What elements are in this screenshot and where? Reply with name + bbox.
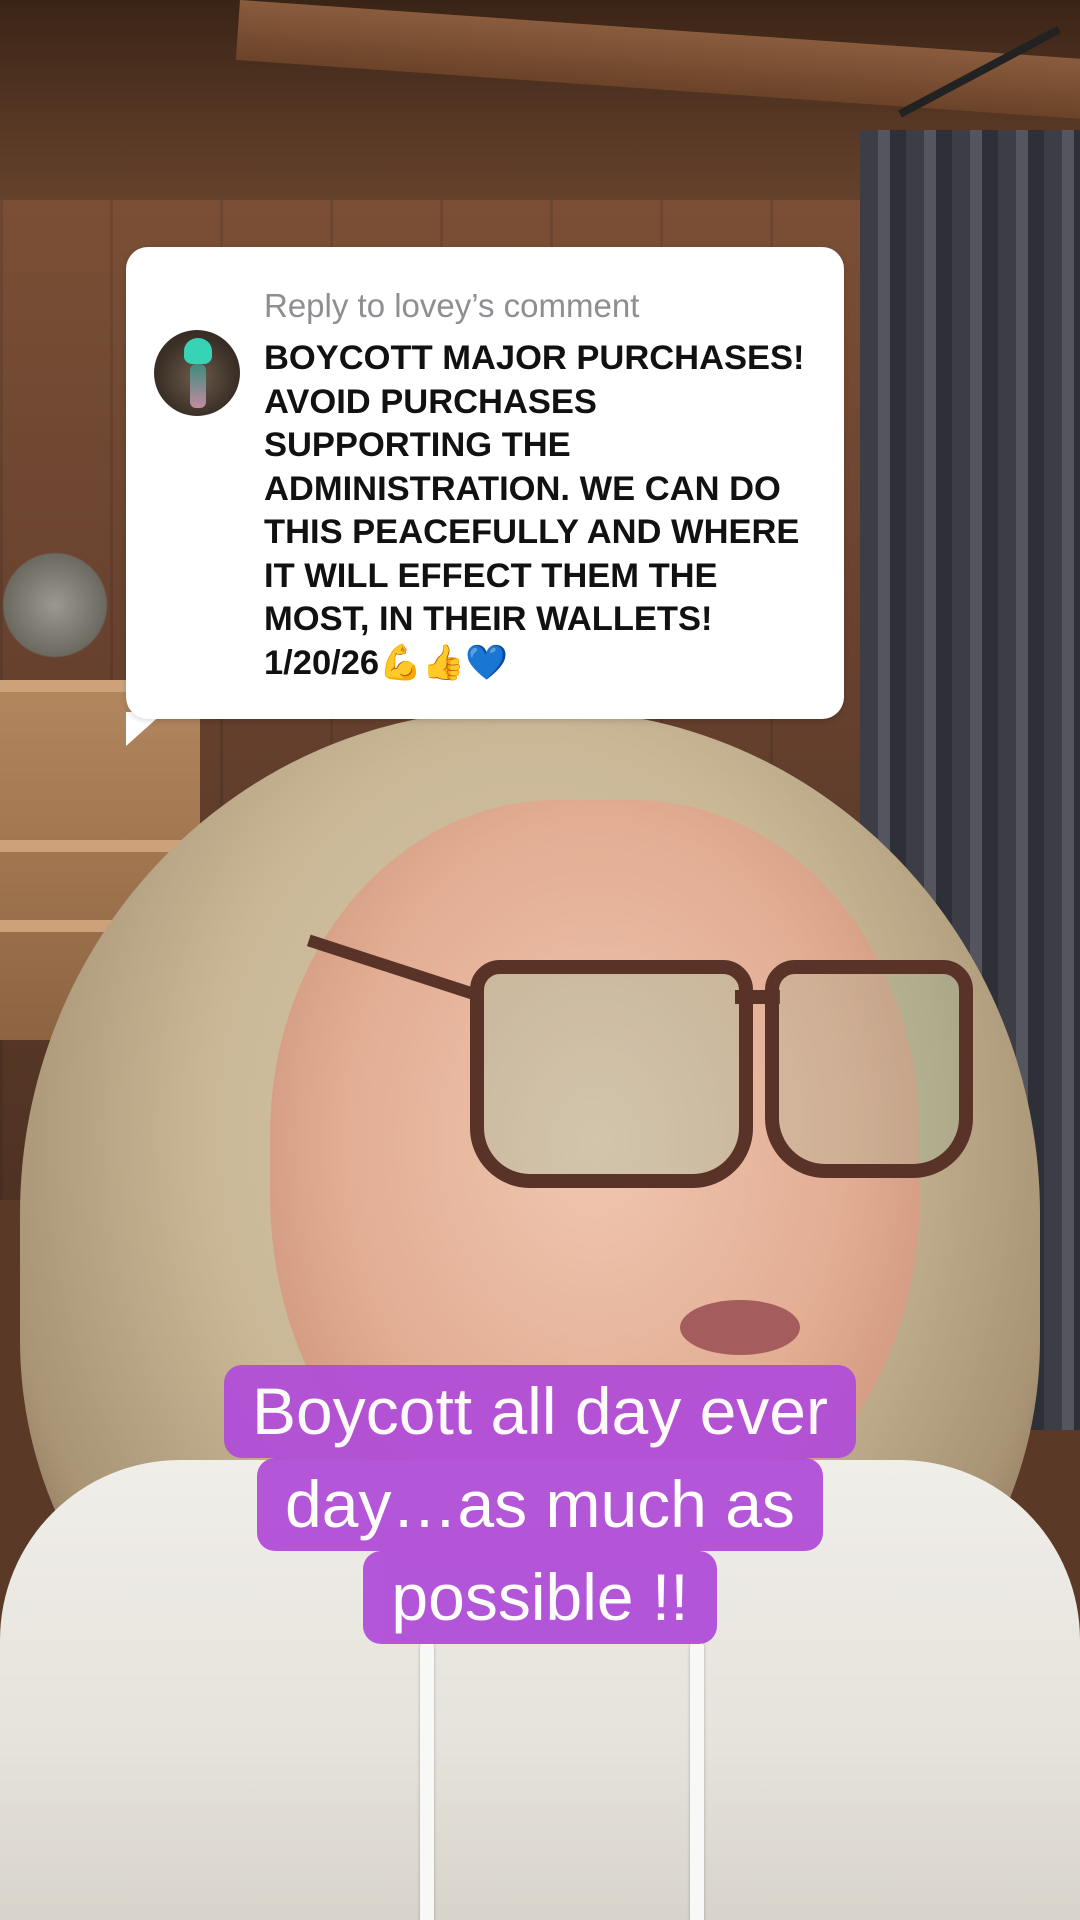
caption-line-2: day…as much as: [257, 1458, 823, 1551]
avatar-figure-head: [184, 338, 212, 364]
comment-text: BOYCOTT MAJOR PURCHASES! AVOID PURCHASES…: [264, 339, 805, 682]
video-caption: Boycott all day ever day…as much as poss…: [70, 1365, 1010, 1644]
hoodie-drawstring-left: [420, 1640, 434, 1920]
caption-line-1: Boycott all day ever: [224, 1365, 856, 1458]
reply-header: Reply to lovey’s comment: [264, 287, 640, 324]
star-ornament: [0, 540, 110, 670]
caption-line-3: possible !!: [363, 1551, 717, 1644]
hoodie-drawstring-right: [690, 1640, 704, 1920]
person-mouth: [680, 1300, 800, 1355]
glasses-lens-left: [470, 960, 753, 1188]
commenter-avatar[interactable]: [154, 330, 240, 416]
avatar-figure-body: [190, 364, 206, 408]
reply-comment-sticker[interactable]: Reply to lovey’s comment BOYCOTT MAJOR P…: [126, 247, 844, 719]
glasses-lens-right: [765, 960, 973, 1178]
